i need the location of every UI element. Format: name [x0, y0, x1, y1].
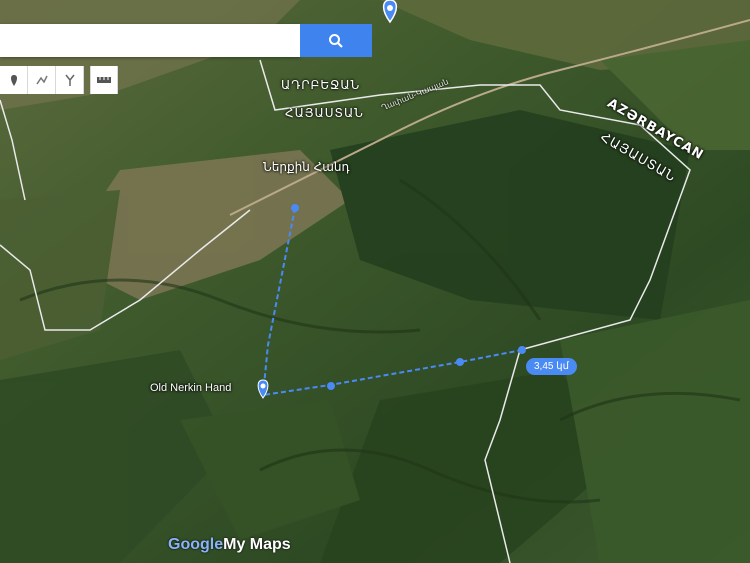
ruler-icon — [97, 77, 111, 83]
distance-badge: 3,45 կմ — [526, 358, 577, 375]
my-maps-wordmark: My Maps — [223, 536, 291, 553]
marker-icon — [10, 75, 17, 86]
region-label-armenia-top: ՀԱՅԱՍՏԱՆ — [285, 106, 364, 120]
google-wordmark: Google — [168, 536, 224, 553]
draw-line-icon — [35, 75, 48, 85]
place-label: Old Nerkin Hand — [150, 382, 232, 394]
route-point[interactable] — [518, 346, 526, 354]
route-point[interactable] — [291, 204, 299, 212]
draw-line-button[interactable] — [28, 66, 56, 94]
region-label-azerbaijan-top: ԱԴՐԲԵՋԱՆ — [281, 78, 361, 92]
route-button[interactable] — [56, 66, 84, 94]
map-toolbar — [0, 66, 118, 94]
route-point[interactable] — [327, 382, 335, 390]
google-my-maps-logo: GoogleMy Maps — [168, 536, 291, 554]
village-label: Ներքին Հանդ — [263, 160, 350, 174]
route-icon — [64, 74, 75, 86]
search-button[interactable] — [300, 24, 372, 57]
add-marker-button[interactable] — [0, 66, 28, 94]
route-point[interactable] — [456, 358, 464, 366]
search-input[interactable] — [0, 24, 300, 57]
search-icon — [329, 33, 343, 48]
measure-button[interactable] — [90, 66, 118, 94]
